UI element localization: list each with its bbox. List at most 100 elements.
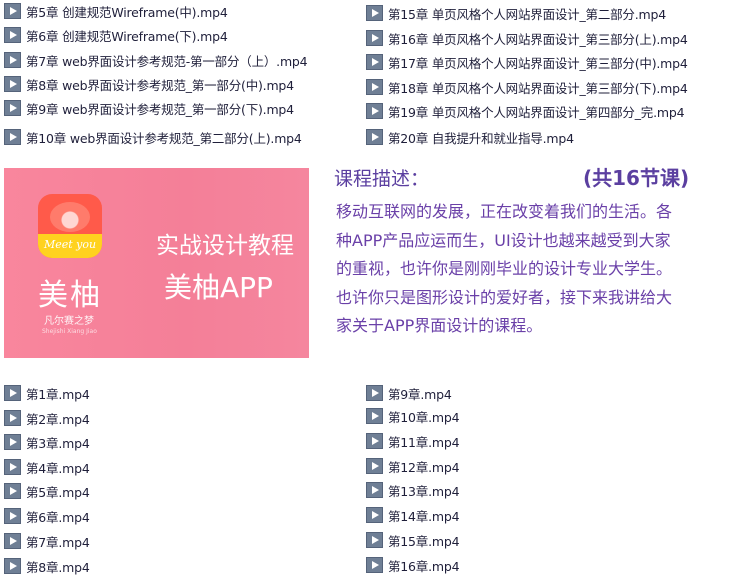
file-item-bottom-right-8[interactable]: 第16章.mp4 <box>366 555 460 575</box>
meiyou-logo: Meet you <box>38 194 102 258</box>
video-file-icon <box>4 483 21 499</box>
file-name: 第17章 单页风格个人网站界面设计_第三部分(中).mp4 <box>388 55 688 71</box>
file-name: 第6章.mp4 <box>26 509 90 525</box>
file-name: 第9章 web界面设计参考规范_第一部分(下).mp4 <box>26 101 294 117</box>
file-item-bottom-left-4[interactable]: 第4章.mp4 <box>4 457 90 477</box>
video-file-icon <box>4 459 21 475</box>
video-file-icon <box>4 52 21 68</box>
description-line: 也许你只是图形设计的爱好者，接下来我讲给大 <box>336 287 673 307</box>
file-name: 第16章 单页风格个人网站界面设计_第三部分(上).mp4 <box>388 31 688 47</box>
video-file-icon <box>4 129 21 145</box>
file-item-bottom-left-5[interactable]: 第5章.mp4 <box>4 481 90 501</box>
file-name: 第5章.mp4 <box>26 484 90 500</box>
description-line: 家关于APP界面设计的课程。 <box>336 316 543 335</box>
file-name: 第15章.mp4 <box>388 533 460 549</box>
file-item-bottom-right-3[interactable]: 第11章.mp4 <box>366 431 460 451</box>
file-item-top-right-5[interactable]: 第19章 单页风格个人网站界面设计_第四部分_完.mp4 <box>366 101 685 121</box>
file-item-bottom-left-7[interactable]: 第7章.mp4 <box>4 531 90 551</box>
file-name: 第10章 web界面设计参考规范_第二部分(上).mp4 <box>26 130 302 146</box>
file-name: 第7章 web界面设计参考规范-第一部分（上）.mp4 <box>26 53 308 69</box>
file-item-top-left-2[interactable]: 第6章 创建规范Wireframe(下).mp4 <box>4 25 228 45</box>
file-name: 第18章 单页风格个人网站界面设计_第三部分(下).mp4 <box>388 80 688 96</box>
file-name: 第4章.mp4 <box>26 460 90 476</box>
file-name: 第1章.mp4 <box>26 386 90 402</box>
logo-text: Meet you <box>38 234 102 258</box>
file-name: 第8章 web界面设计参考规范_第一部分(中).mp4 <box>26 77 294 93</box>
description-text: 移动互联网的发展，正在改变着我们的生活。各 种APP产品应运而生，UI设计也越来… <box>336 198 696 341</box>
brand-name: 美柚 <box>38 278 102 313</box>
description-line: 种APP产品应运而生，UI设计也越来越受到大家 <box>336 230 671 250</box>
lesson-count: (共16节课) <box>583 166 690 190</box>
file-name: 第16章.mp4 <box>388 558 460 574</box>
video-file-icon <box>366 79 383 95</box>
file-name: 第8章.mp4 <box>26 559 90 575</box>
video-file-icon <box>4 3 21 19</box>
file-item-top-left-1[interactable]: 第5章 创建规范Wireframe(中).mp4 <box>4 1 228 21</box>
file-name: 第15章 单页风格个人网站界面设计_第二部分.mp4 <box>388 6 666 22</box>
file-name: 第19章 单页风格个人网站界面设计_第四部分_完.mp4 <box>388 104 685 120</box>
brand-subtext: Shejishi Xiang Jiao <box>42 328 97 335</box>
video-file-icon <box>366 458 383 474</box>
video-file-icon <box>4 410 21 426</box>
video-file-icon <box>366 54 383 70</box>
file-item-top-right-6[interactable]: 第20章 自我提升和就业指导.mp4 <box>366 127 574 147</box>
banner-app-name: 美柚APP <box>164 271 273 304</box>
file-item-bottom-right-5[interactable]: 第13章.mp4 <box>366 480 460 500</box>
file-name: 第5章 创建规范Wireframe(中).mp4 <box>26 4 228 20</box>
banner-title: 实战设计教程 <box>156 233 294 259</box>
file-name: 第3章.mp4 <box>26 435 90 451</box>
video-file-icon <box>366 507 383 523</box>
video-file-icon <box>366 408 383 424</box>
brand-tagline: 凡尔赛之梦 <box>44 316 94 327</box>
video-file-icon <box>4 76 21 92</box>
description-line: 的重视，也许你是刚刚毕业的设计专业大学生。 <box>336 259 673 278</box>
file-name: 第13章.mp4 <box>388 483 460 499</box>
video-file-icon <box>366 557 383 573</box>
course-banner: Meet you 美柚 凡尔赛之梦 Shejishi Xiang Jiao 实战… <box>4 168 309 358</box>
grapefruit-icon <box>50 202 90 232</box>
file-item-bottom-right-6[interactable]: 第14章.mp4 <box>366 505 460 525</box>
file-item-bottom-left-1[interactable]: 第1章.mp4 <box>4 383 90 403</box>
file-item-bottom-left-6[interactable]: 第6章.mp4 <box>4 506 90 526</box>
file-item-top-left-6[interactable]: 第10章 web界面设计参考规范_第二部分(上).mp4 <box>4 127 302 147</box>
file-item-top-left-4[interactable]: 第8章 web界面设计参考规范_第一部分(中).mp4 <box>4 74 294 94</box>
video-file-icon <box>366 482 383 498</box>
file-name: 第14章.mp4 <box>388 508 460 524</box>
file-item-top-left-3[interactable]: 第7章 web界面设计参考规范-第一部分（上）.mp4 <box>4 50 308 70</box>
file-item-top-left-5[interactable]: 第9章 web界面设计参考规范_第一部分(下).mp4 <box>4 98 294 118</box>
video-file-icon <box>366 30 383 46</box>
video-file-icon <box>4 385 21 401</box>
file-name: 第9章.mp4 <box>388 386 452 402</box>
file-name: 第10章.mp4 <box>388 409 460 425</box>
description-line: 移动互联网的发展，正在改变着我们的生活。各 <box>336 202 673 221</box>
file-name: 第7章.mp4 <box>26 534 90 550</box>
video-file-icon <box>366 5 383 21</box>
video-file-icon <box>366 532 383 548</box>
video-file-icon <box>366 385 383 401</box>
file-name: 第6章 创建规范Wireframe(下).mp4 <box>26 28 228 44</box>
file-name: 第20章 自我提升和就业指导.mp4 <box>388 130 574 146</box>
description-heading: 课程描述： <box>334 168 430 190</box>
video-file-icon <box>4 27 21 43</box>
video-file-icon <box>366 433 383 449</box>
file-item-bottom-right-4[interactable]: 第12章.mp4 <box>366 456 460 476</box>
file-item-top-right-3[interactable]: 第17章 单页风格个人网站界面设计_第三部分(中).mp4 <box>366 52 688 72</box>
file-item-bottom-right-2[interactable]: 第10章.mp4 <box>366 406 460 426</box>
file-item-top-right-1[interactable]: 第15章 单页风格个人网站界面设计_第二部分.mp4 <box>366 3 666 23</box>
file-name: 第11章.mp4 <box>388 434 460 450</box>
video-file-icon <box>4 434 21 450</box>
video-file-icon <box>4 558 21 574</box>
file-item-bottom-left-3[interactable]: 第3章.mp4 <box>4 432 90 452</box>
video-file-icon <box>366 129 383 145</box>
video-file-icon <box>4 533 21 549</box>
file-item-top-right-2[interactable]: 第16章 单页风格个人网站界面设计_第三部分(上).mp4 <box>366 28 688 48</box>
file-item-bottom-right-1[interactable]: 第9章.mp4 <box>366 383 452 403</box>
file-item-top-right-4[interactable]: 第18章 单页风格个人网站界面设计_第三部分(下).mp4 <box>366 77 688 97</box>
file-item-bottom-right-7[interactable]: 第15章.mp4 <box>366 530 460 550</box>
file-item-bottom-left-8[interactable]: 第8章.mp4 <box>4 556 90 576</box>
file-item-bottom-left-2[interactable]: 第2章.mp4 <box>4 408 90 428</box>
video-file-icon <box>4 100 21 116</box>
video-file-icon <box>4 508 21 524</box>
file-name: 第12章.mp4 <box>388 459 460 475</box>
file-name: 第2章.mp4 <box>26 411 90 427</box>
